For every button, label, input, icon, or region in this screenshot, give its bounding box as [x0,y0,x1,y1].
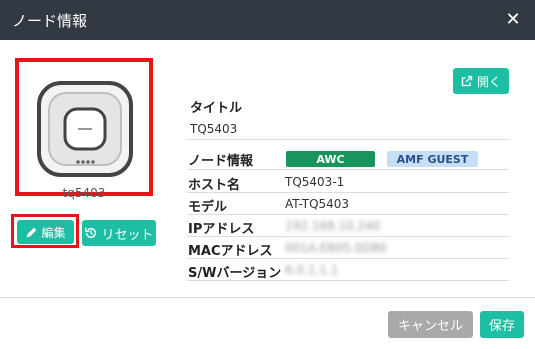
external-link-icon [461,75,473,87]
device-image-frame [15,58,153,196]
reset-button[interactable]: リセット [82,220,156,246]
device-name-label: tq5403 [62,186,106,200]
info-row-label: ホスト名 [188,178,241,193]
node-info-dialog: ノード情報 ✕ tq5403 編集 リセット 開く タイトル TQ5403 ノー… [0,0,535,349]
amf-guest-badge: AMF GUEST [387,151,478,167]
open-button-label: 開く [476,74,501,89]
save-button[interactable]: 保存 [480,311,524,338]
info-row-hostname: ホスト名 TQ5403-1 [188,171,510,193]
dialog-titlebar: ノード情報 ✕ [0,0,535,40]
pencil-icon [25,226,38,239]
divider [187,169,509,170]
open-button[interactable]: 開く [453,68,509,94]
info-row-model: モデル AT-TQ5403 [188,193,510,215]
info-row-value: 001A.EB05.0D80 [285,241,387,255]
info-row-sw-version: S/Wバージョン 6.0.1.1.1 [188,259,510,281]
node-info-heading: ノード情報 [188,154,254,169]
info-row-label: モデル [188,200,228,215]
divider [187,139,509,140]
title-heading: タイトル [190,101,243,116]
edit-button[interactable]: 編集 [17,220,74,244]
info-row-label: MACアドレス [188,244,273,259]
info-row-ip: IPアドレス 192.168.10.240 [188,215,510,237]
reset-button-label: リセット [101,227,154,243]
history-icon [84,226,98,240]
info-row-value: AT-TQ5403 [285,197,350,211]
info-row-mac: MACアドレス 001A.EB05.0D80 [188,237,510,259]
dialog-title: ノード情報 [12,11,88,30]
info-row-value: TQ5403-1 [285,175,345,189]
cancel-button[interactable]: キャンセル [388,311,473,338]
title-value: TQ5403 [190,122,238,136]
info-row-value: 192.168.10.240 [285,219,381,233]
edit-button-label: 編集 [41,225,66,240]
footer-divider [0,297,535,298]
info-row-label: IPアドレス [188,222,255,237]
divider [187,280,509,281]
info-row-value: 6.0.1.1.1 [285,263,339,277]
awc-badge: AWC [286,151,375,167]
info-row-label: S/Wバージョン [188,266,282,281]
access-point-icon [37,81,133,177]
close-icon[interactable]: ✕ [503,10,523,30]
